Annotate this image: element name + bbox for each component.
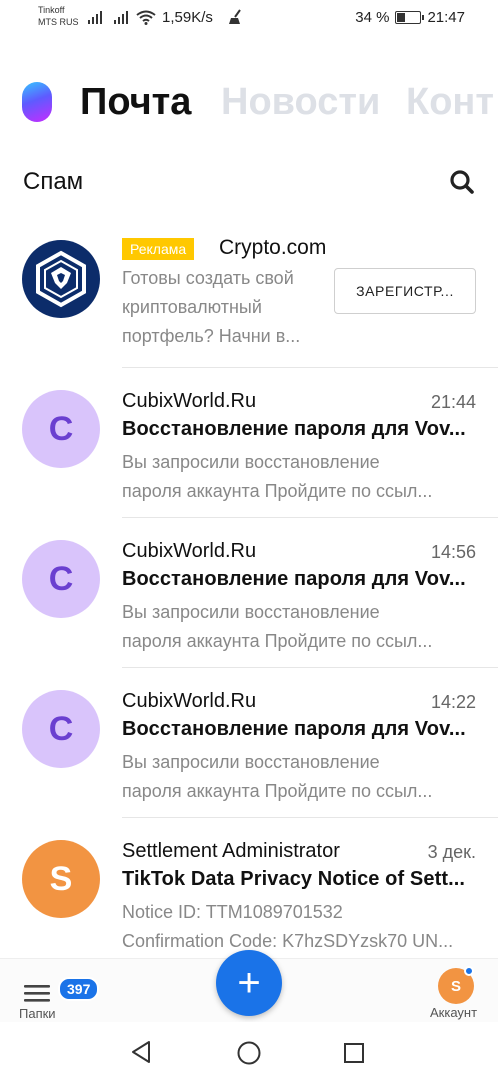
snippet-line: Вы запросили восстановление bbox=[122, 602, 380, 622]
recents-icon[interactable] bbox=[343, 1042, 365, 1064]
sender-avatar: C bbox=[22, 540, 100, 618]
compose-button[interactable]: + bbox=[216, 950, 282, 1016]
folders-label: Папки bbox=[19, 1006, 56, 1021]
ad-register-button[interactable]: ЗАРЕГИСТР... bbox=[334, 268, 476, 314]
account-label: Аккаунт bbox=[430, 1005, 478, 1020]
back-icon[interactable] bbox=[130, 1040, 152, 1064]
carrier-name-2: MTS RUS bbox=[38, 17, 79, 27]
mail-snippet: Вы запросили восстановление пароля аккау… bbox=[122, 598, 472, 656]
snippet-line: пароля аккаунта Пройдите по ссыл... bbox=[122, 781, 433, 801]
snippet-line: Notice ID: TTM1089701532 bbox=[122, 902, 343, 922]
plus-icon: + bbox=[237, 961, 261, 1005]
tab-mail[interactable]: Почта bbox=[80, 78, 191, 126]
signal-icon-2 bbox=[114, 11, 128, 24]
ad-item[interactable]: Реклама Crypto.com Готовы создать свой к… bbox=[0, 218, 498, 368]
top-tabs: Почта Новости Конт bbox=[0, 78, 498, 128]
mail-item[interactable]: C CubixWorld.Ru 14:56 Восстановление пар… bbox=[0, 518, 498, 668]
mail-snippet: Notice ID: TTM1089701532 Confirmation Co… bbox=[122, 898, 472, 956]
mail-sender: CubixWorld.Ru bbox=[122, 690, 257, 712]
ad-text-line: Готовы создать свой bbox=[122, 268, 294, 288]
snippet-line: Вы запросили восстановление bbox=[122, 452, 380, 472]
tab-contacts[interactable]: Конт bbox=[406, 78, 494, 126]
search-icon[interactable] bbox=[448, 168, 476, 196]
snippet-line: Вы запросили восстановление bbox=[122, 752, 380, 772]
battery-level bbox=[397, 13, 405, 22]
snippet-line: пароля аккаунта Пройдите по ссыл... bbox=[122, 481, 433, 501]
status-right: 34 % 21:47 bbox=[355, 9, 465, 26]
clock: 21:47 bbox=[427, 9, 465, 26]
ad-badge: Реклама bbox=[122, 238, 195, 260]
mail-item[interactable]: C CubixWorld.Ru 14:22 Восстановление пар… bbox=[0, 668, 498, 818]
carrier-name: Tinkoff bbox=[38, 5, 65, 15]
folder-title: Спам bbox=[23, 168, 84, 195]
mail-item[interactable]: S Settlement Administrator 3 дек. TikTok… bbox=[0, 818, 498, 968]
carrier-label: Tinkoff MTS RUS bbox=[38, 4, 79, 28]
sender-avatar: C bbox=[22, 390, 100, 468]
mail-snippet: Вы запросили восстановление пароля аккау… bbox=[122, 448, 472, 506]
sender-avatar: C bbox=[22, 690, 100, 768]
mail-time: 14:56 bbox=[430, 542, 476, 562]
mail-sender: CubixWorld.Ru bbox=[122, 390, 257, 412]
unread-badge: 397 bbox=[58, 977, 100, 1001]
mail-snippet: Вы запросили восстановление пароля аккау… bbox=[122, 748, 472, 806]
mail-subject: Восстановление пароля для Vov... bbox=[122, 418, 466, 440]
menu-icon bbox=[24, 985, 50, 1002]
mail-time: 3 дек. bbox=[427, 842, 476, 862]
ad-text: Готовы создать свой криптовалютный портф… bbox=[122, 264, 322, 351]
snippet-line: Confirmation Code: K7hzSDYzsk70 UN... bbox=[122, 931, 454, 951]
ad-text-line: портфель? Начни в... bbox=[122, 326, 301, 346]
snippet-line: пароля аккаунта Пройдите по ссыл... bbox=[122, 631, 433, 651]
mail-sender: CubixWorld.Ru bbox=[122, 540, 257, 562]
crypto-logo-icon bbox=[22, 240, 100, 318]
notification-dot bbox=[464, 966, 474, 976]
ad-text-line: криптовалютный bbox=[122, 297, 262, 317]
mail-time: 21:44 bbox=[430, 392, 476, 412]
status-bar: Tinkoff MTS RUS 1,59K/s 34 % 21:47 bbox=[0, 0, 498, 36]
cleaner-icon bbox=[229, 9, 241, 24]
sender-avatar: S bbox=[22, 840, 100, 918]
app-logo-icon[interactable] bbox=[22, 82, 52, 122]
system-nav-bar bbox=[0, 1022, 498, 1080]
mail-time: 14:22 bbox=[430, 692, 476, 712]
ad-sender: Crypto.com bbox=[219, 236, 327, 259]
home-icon[interactable] bbox=[236, 1040, 262, 1066]
battery-percent: 34 % bbox=[355, 9, 390, 26]
mail-list: Реклама Crypto.com Готовы создать свой к… bbox=[0, 218, 498, 968]
signal-icon bbox=[88, 11, 102, 24]
mail-subject: TikTok Data Privacy Notice of Sett... bbox=[122, 868, 466, 890]
wifi-icon bbox=[136, 10, 156, 25]
mail-item[interactable]: C CubixWorld.Ru 21:44 Восстановление пар… bbox=[0, 368, 498, 518]
mail-subject: Восстановление пароля для Vov... bbox=[122, 568, 466, 590]
battery-icon bbox=[395, 11, 425, 24]
mail-subject: Восстановление пароля для Vov... bbox=[122, 718, 466, 740]
mail-sender: Settlement Administrator bbox=[122, 840, 340, 862]
network-speed: 1,59K/s bbox=[162, 9, 213, 26]
tab-news[interactable]: Новости bbox=[221, 78, 380, 126]
